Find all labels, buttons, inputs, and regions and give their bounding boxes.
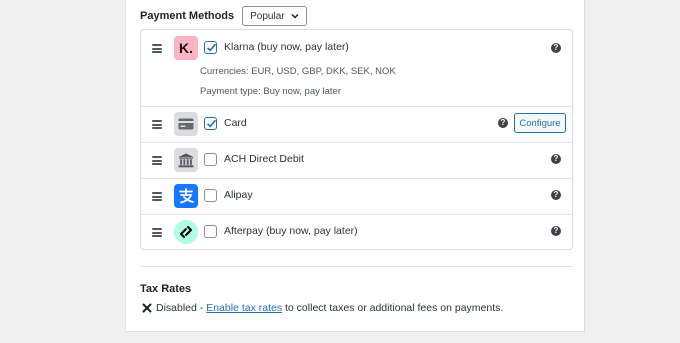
bank-icon xyxy=(174,148,198,172)
alipay-checkbox[interactable] xyxy=(204,189,217,202)
payment-method-row-klarna: K. Klarna (buy now, pay later) Currencie… xyxy=(141,30,572,107)
payment-methods-list: K. Klarna (buy now, pay later) Currencie… xyxy=(140,29,573,250)
filter-selected-value: Popular xyxy=(250,10,285,22)
chevron-down-icon xyxy=(291,13,299,19)
card-label: Card xyxy=(224,117,247,129)
payment-methods-header: Payment Methods Popular xyxy=(140,5,307,27)
tax-rates-title: Tax Rates xyxy=(140,283,192,295)
klarna-payment-type: Payment type: Buy now, pay later xyxy=(200,86,341,97)
alipay-logo xyxy=(174,184,198,208)
enable-tax-rates-link[interactable]: Enable tax rates xyxy=(206,302,282,314)
credit-card-icon xyxy=(174,112,198,136)
checkmark-icon xyxy=(206,119,217,128)
payment-method-row-afterpay: Afterpay (buy now, pay later) ? xyxy=(141,214,572,250)
configure-card-button[interactable]: Configure xyxy=(514,113,566,133)
payment-method-row-alipay: Alipay ? xyxy=(141,178,572,215)
drag-handle-icon[interactable] xyxy=(152,44,162,53)
help-icon[interactable]: ? xyxy=(498,118,508,128)
checkmark-icon xyxy=(206,43,217,52)
drag-handle-icon[interactable] xyxy=(152,192,162,201)
close-x-icon xyxy=(142,303,152,313)
drag-handle-icon[interactable] xyxy=(152,120,162,129)
afterpay-label: Afterpay (buy now, pay later) xyxy=(224,225,358,237)
afterpay-checkbox[interactable] xyxy=(204,225,217,238)
alipay-label: Alipay xyxy=(224,189,253,201)
ach-label: ACH Direct Debit xyxy=(224,153,304,165)
help-icon[interactable]: ? xyxy=(551,154,561,164)
payment-methods-filter-select[interactable]: Popular xyxy=(242,6,307,26)
tax-separator: - xyxy=(196,302,207,314)
section-divider xyxy=(140,266,573,267)
help-icon[interactable]: ? xyxy=(551,226,561,236)
tax-status-text: Disabled xyxy=(156,302,197,314)
drag-handle-icon[interactable] xyxy=(152,228,162,237)
payment-methods-title: Payment Methods xyxy=(140,10,235,22)
klarna-checkbox[interactable] xyxy=(204,41,217,54)
help-icon[interactable]: ? xyxy=(551,190,561,200)
payment-method-row-card: Card ? Configure xyxy=(141,106,572,143)
drag-handle-icon[interactable] xyxy=(152,156,162,165)
help-icon[interactable]: ? xyxy=(551,43,561,53)
ach-checkbox[interactable] xyxy=(204,153,217,166)
klarna-label: Klarna (buy now, pay later) xyxy=(224,41,349,53)
tax-rates-status: Disabled - Enable tax rates to collect t… xyxy=(142,302,503,314)
card-checkbox[interactable] xyxy=(204,117,217,130)
afterpay-logo xyxy=(174,220,198,244)
tax-suffix-text: to collect taxes or additional fees on p… xyxy=(282,302,504,314)
settings-panel: Payment Methods Popular K. Klarna (buy n… xyxy=(125,0,585,332)
payment-method-row-ach: ACH Direct Debit ? xyxy=(141,142,572,179)
klarna-currencies: Currencies: EUR, USD, GBP, DKK, SEK, NOK xyxy=(200,66,396,77)
klarna-logo: K. xyxy=(174,36,198,60)
